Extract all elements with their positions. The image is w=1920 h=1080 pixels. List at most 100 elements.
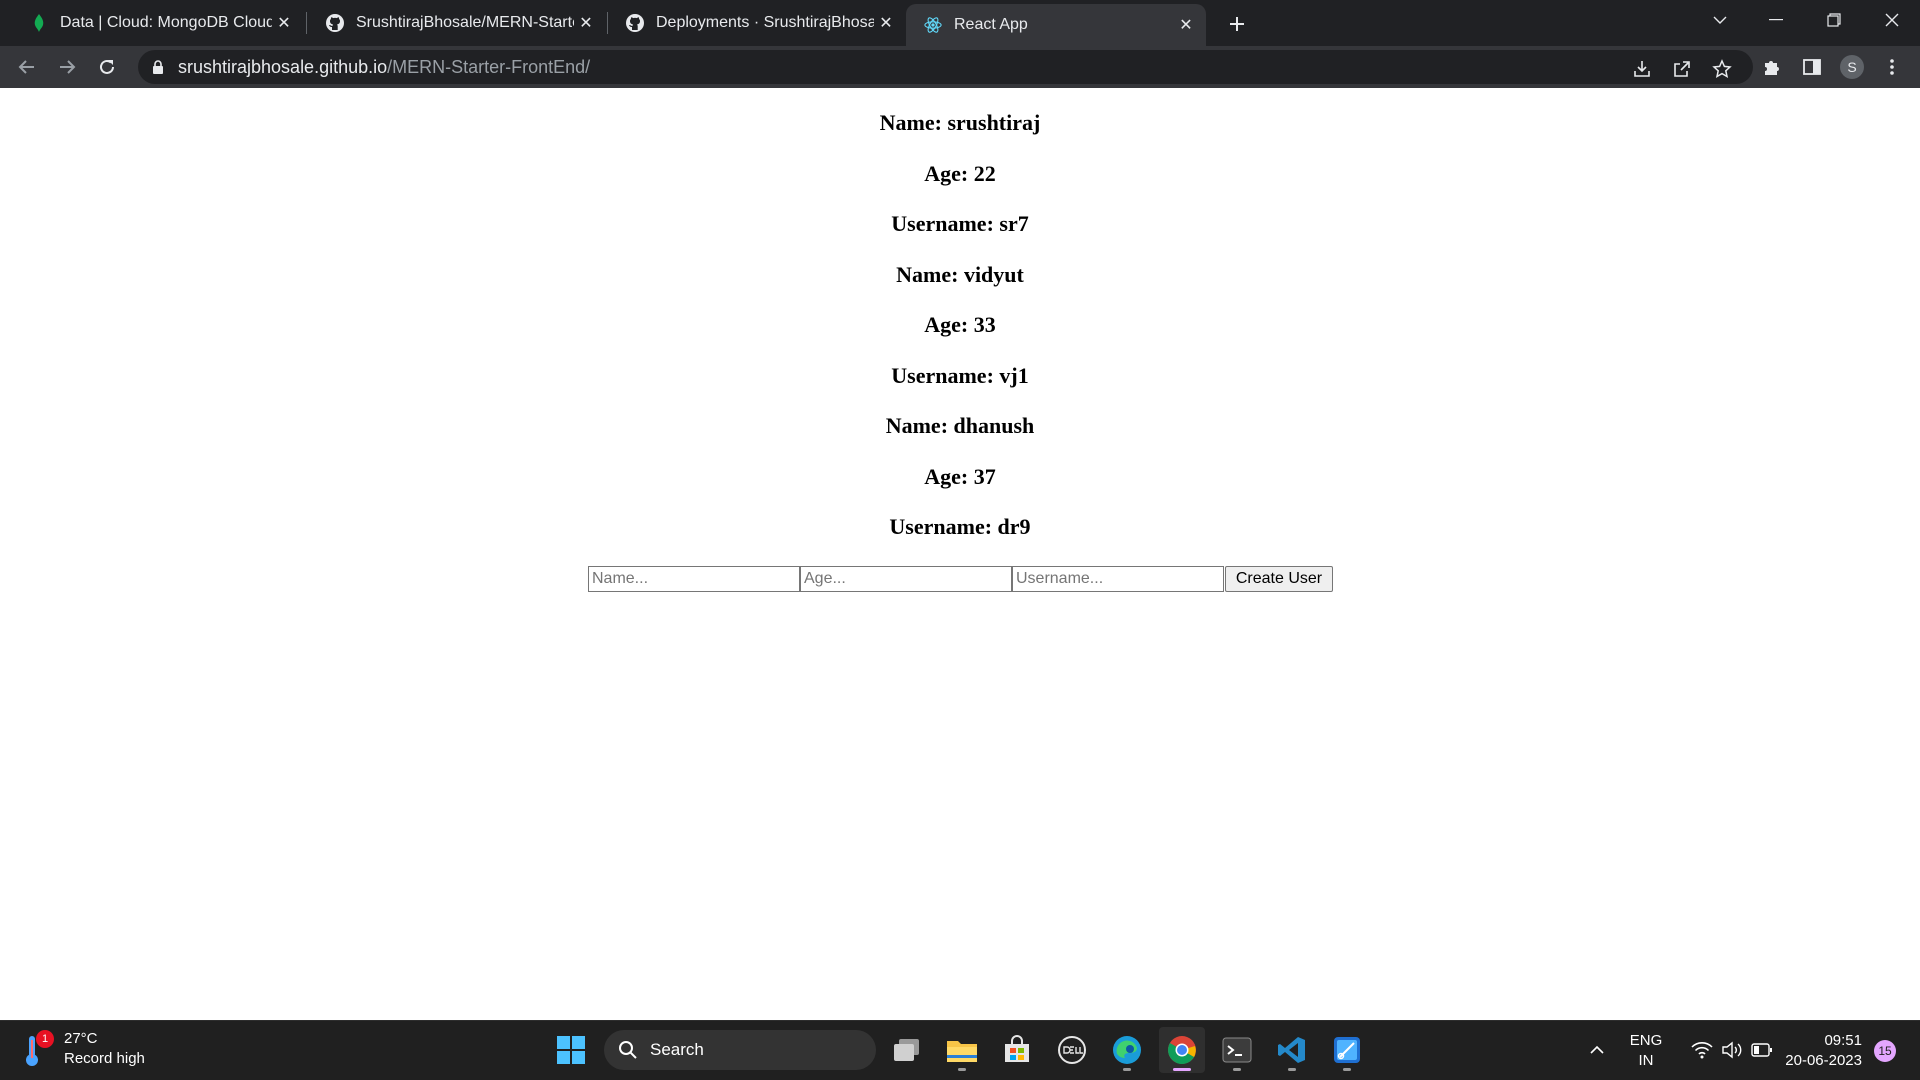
quick-settings-button[interactable] [1670, 1027, 1794, 1073]
reload-button[interactable] [91, 51, 123, 83]
thermometer-icon: 1 [22, 1030, 54, 1068]
tab-github-deployments[interactable]: Deployments · SrushtirajBhosale/ ✕ [608, 0, 906, 46]
avatar: S [1840, 55, 1864, 79]
close-icon [1885, 13, 1899, 27]
side-panel-icon [1803, 59, 1821, 75]
vscode-icon [1278, 1037, 1305, 1063]
taskbar-chrome[interactable] [1159, 1027, 1205, 1073]
battery-icon [1751, 1043, 1772, 1057]
profile-button[interactable]: S [1836, 51, 1868, 83]
taskbar-file-explorer[interactable] [939, 1027, 985, 1073]
plus-icon [1230, 17, 1244, 31]
close-icon[interactable]: ✕ [574, 11, 598, 35]
age-input[interactable] [800, 566, 1012, 592]
taskbar-search[interactable]: Search [604, 1030, 876, 1070]
tab-search-button[interactable] [1692, 0, 1748, 40]
browser-tab-strip: Data | Cloud: MongoDB Cloud ✕ Srushtiraj… [0, 0, 1920, 46]
puzzle-icon [1765, 61, 1779, 75]
user-age: Age: 33 [924, 312, 996, 337]
menu-button[interactable] [1876, 51, 1908, 83]
close-icon[interactable]: ✕ [1174, 13, 1198, 37]
clock[interactable]: 09:51 20-06-2023 [1778, 1031, 1862, 1071]
wifi-icon [1691, 1042, 1713, 1059]
username-input[interactable] [1012, 566, 1224, 592]
forward-button[interactable] [51, 51, 83, 83]
arrow-left-icon [18, 60, 34, 74]
running-indicator [1343, 1068, 1351, 1071]
create-user-button[interactable]: Create User [1225, 566, 1333, 592]
weather-widget[interactable]: 1 27°C Record high [22, 1029, 145, 1069]
arrow-right-icon [60, 60, 76, 74]
url-host: srushtirajbhosale.github.io [178, 56, 388, 77]
user-name: Name: vidyut [896, 261, 1024, 287]
task-view-button[interactable] [884, 1027, 930, 1073]
folder-icon [947, 1041, 977, 1062]
region-code: IN [1638, 1052, 1654, 1069]
page-content: Name: srushtiraj Age: 22 Username: sr7 N… [0, 88, 1920, 1020]
address-bar[interactable]: srushtirajbhosale.github.io/MERN-Starter… [138, 50, 1753, 84]
dell-logo-icon [1058, 1036, 1086, 1064]
user-name: Name: srushtiraj [879, 110, 1041, 135]
user-age: Age: 22 [924, 160, 996, 186]
reload-icon [100, 59, 114, 74]
back-button[interactable] [11, 51, 43, 83]
taskbar-microsoft-store[interactable] [994, 1027, 1040, 1073]
show-hidden-icons-button[interactable] [1574, 1027, 1620, 1073]
new-tab-button[interactable] [1220, 7, 1254, 41]
notification-badge[interactable]: 15 [1874, 1040, 1896, 1062]
running-indicator [958, 1068, 966, 1071]
close-icon[interactable]: ✕ [874, 11, 898, 35]
taskbar-vscode[interactable] [1269, 1027, 1315, 1073]
more-vertical-icon [1890, 59, 1894, 75]
side-panel-button[interactable] [1796, 51, 1828, 83]
running-indicator [1173, 1068, 1191, 1071]
language-code: ENG [1629, 1032, 1663, 1049]
close-window-button[interactable] [1864, 0, 1920, 40]
browser-toolbar: srushtirajbhosale.github.io/MERN-Starter… [0, 46, 1920, 88]
weather-alert-badge: 1 [36, 1030, 54, 1048]
taskbar-terminal[interactable] [1214, 1027, 1260, 1073]
edge-icon [1113, 1036, 1141, 1064]
running-indicator [1233, 1068, 1241, 1071]
tab-title: Deployments · SrushtirajBhosale/ [656, 14, 874, 31]
restore-button[interactable] [1806, 0, 1862, 40]
create-user-form: Create User [588, 566, 1333, 592]
extensions-button[interactable] [1756, 51, 1788, 83]
github-icon [326, 14, 344, 32]
react-icon [924, 16, 942, 34]
weather-description: Record high [64, 1050, 145, 1067]
tab-github-repo[interactable]: SrushtirajBhosale/MERN-Starter-F ✕ [308, 0, 606, 46]
taskbar: 1 27°C Record high Search ENG IN 09:51 2… [0, 1020, 1920, 1080]
user-username: Username: sr7 [891, 211, 1029, 236]
chevron-up-icon [1590, 1045, 1604, 1054]
tab-react-app[interactable]: React App ✕ [906, 4, 1206, 46]
share-icon[interactable] [1668, 55, 1696, 83]
close-icon[interactable]: ✕ [272, 11, 296, 35]
task-view-icon [894, 1039, 919, 1061]
windows-logo-icon [557, 1036, 585, 1064]
install-app-icon[interactable] [1628, 55, 1656, 83]
running-indicator [1288, 1068, 1296, 1071]
mongodb-leaf-icon [30, 14, 48, 32]
start-button[interactable] [548, 1027, 594, 1073]
taskbar-dell[interactable] [1049, 1027, 1095, 1073]
terminal-icon [1222, 1037, 1252, 1063]
tab-separator [306, 12, 307, 34]
bookmark-star-icon[interactable] [1708, 55, 1736, 83]
search-label: Search [650, 1040, 704, 1059]
tab-mongodb[interactable]: Data | Cloud: MongoDB Cloud ✕ [12, 0, 304, 46]
store-icon [1005, 1035, 1029, 1062]
chrome-icon [1168, 1036, 1196, 1064]
user-age: Age: 37 [924, 463, 996, 489]
input-language-indicator[interactable]: ENG IN [1626, 1031, 1666, 1071]
snipping-tool-icon [1334, 1037, 1360, 1063]
name-input[interactable] [588, 566, 800, 592]
taskbar-snipping-tool[interactable] [1324, 1027, 1370, 1073]
tab-title: Data | Cloud: MongoDB Cloud [60, 14, 272, 31]
taskbar-edge[interactable] [1104, 1027, 1150, 1073]
minimize-button[interactable] [1748, 0, 1804, 40]
url-path: /MERN-Starter-FrontEnd/ [387, 56, 591, 77]
clock-date: 20-06-2023 [1785, 1052, 1862, 1069]
minimize-icon [1769, 19, 1783, 21]
lock-icon [152, 59, 164, 75]
